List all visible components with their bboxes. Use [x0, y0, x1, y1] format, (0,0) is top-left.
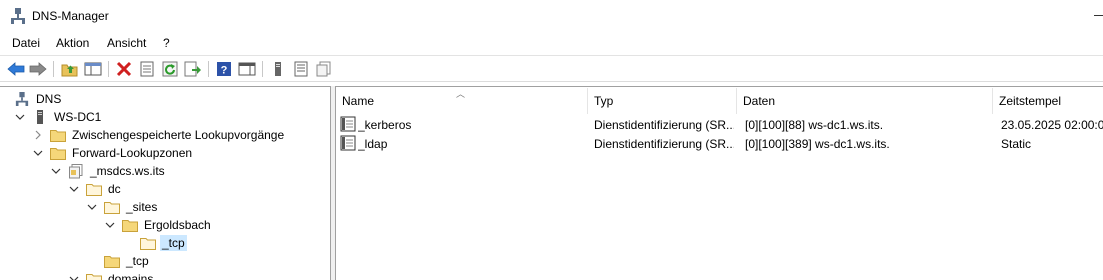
- menu-datei[interactable]: Datei: [12, 36, 40, 50]
- back-icon[interactable]: [6, 59, 26, 79]
- tree-item-label: _msdcs.ws.its: [90, 164, 165, 178]
- record-name: _kerberos: [358, 117, 412, 132]
- dns-manager-icon: [11, 8, 25, 24]
- toolbar-separator: [208, 61, 209, 77]
- chevron-down-icon[interactable]: [68, 273, 80, 280]
- properties-icon[interactable]: [137, 59, 157, 79]
- tree-item-cached-lookups[interactable]: Zwischengespeicherte Lookupvorgänge: [32, 126, 286, 144]
- tree-item-label: _tcp: [126, 254, 149, 268]
- chevron-down-icon[interactable]: [86, 201, 98, 213]
- tree-item-label: WS-DC1: [54, 110, 102, 124]
- menu-ansicht[interactable]: Ansicht: [107, 36, 146, 50]
- toolbar: ?: [0, 55, 1103, 82]
- column-header-label: Zeitstempel: [999, 94, 1062, 108]
- folder-icon: [104, 200, 120, 214]
- export-icon[interactable]: [183, 59, 203, 79]
- tree-item-msdcs-zone[interactable]: _msdcs.ws.its: [50, 162, 167, 180]
- refresh-icon[interactable]: [160, 59, 180, 79]
- toolbar-separator: [262, 61, 263, 77]
- chevron-down-icon[interactable]: [14, 111, 26, 123]
- svg-text:?: ?: [221, 65, 228, 77]
- folder-icon: [50, 146, 66, 160]
- menu-aktion[interactable]: Aktion: [56, 36, 89, 50]
- table-row[interactable]: _kerberos Dienstidentifizierung (SR... […: [336, 115, 1103, 134]
- server-icon: [32, 110, 48, 124]
- title-bar: DNS-Manager: [0, 0, 1103, 32]
- chevron-right-icon[interactable]: [32, 129, 44, 141]
- folder-icon: [50, 128, 66, 142]
- record-data: [0][100][88] ws-dc1.ws.its.: [745, 117, 884, 132]
- record-type: Dienstidentifizierung (SR...: [594, 136, 734, 151]
- menu-bar: Datei Aktion Ansicht ?: [0, 32, 1103, 54]
- sort-ascending-icon: ︿: [456, 89, 466, 99]
- zone-icon: [68, 163, 84, 178]
- help-icon[interactable]: ?: [214, 59, 234, 79]
- chevron-down-icon[interactable]: [50, 165, 62, 177]
- tree-item-forward-zones[interactable]: Forward-Lookupzonen: [32, 144, 194, 162]
- column-header-label: Name: [342, 94, 375, 108]
- record-timestamp: 23.05.2025 02:00:00: [1001, 117, 1103, 132]
- column-header-timestamp[interactable]: Zeitstempel: [993, 88, 1103, 114]
- zone-icon[interactable]: [314, 59, 334, 79]
- column-header-type[interactable]: Typ: [588, 88, 737, 114]
- tree-item-sites[interactable]: _sites: [86, 198, 159, 216]
- column-header-data[interactable]: Daten: [737, 88, 993, 114]
- srv-record-icon: [340, 135, 356, 151]
- record-list-icon[interactable]: [291, 59, 311, 79]
- tree-item-ergoldsbach[interactable]: Ergoldsbach: [104, 216, 213, 234]
- up-folder-icon[interactable]: [60, 59, 80, 79]
- record-list: Name ︿ Typ Daten Zeitstempel _kerberos D…: [335, 86, 1103, 280]
- folder-icon: [122, 218, 138, 232]
- tree-item-label: _tcp: [160, 235, 187, 251]
- toolbar-separator: [53, 61, 54, 77]
- show-tree-icon[interactable]: [83, 59, 103, 79]
- tree-item-label: DNS: [36, 92, 62, 106]
- toolbar-separator: [108, 61, 109, 77]
- record-data: [0][100][389] ws-dc1.ws.its.: [745, 136, 890, 151]
- menu-help[interactable]: ?: [163, 36, 170, 50]
- tree-item-label: Forward-Lookupzonen: [72, 146, 193, 160]
- window-title: DNS-Manager: [32, 9, 109, 23]
- column-header-name[interactable]: Name ︿: [336, 88, 588, 114]
- chevron-down-icon[interactable]: [32, 147, 44, 159]
- tree-item-dns[interactable]: DNS: [14, 90, 63, 108]
- column-header-label: Typ: [594, 94, 614, 108]
- srv-record-icon: [340, 116, 356, 132]
- tree-item-domains[interactable]: domains: [68, 270, 155, 280]
- tree-item-label: dc: [108, 182, 121, 196]
- folder-icon: [104, 254, 120, 268]
- chevron-down-icon[interactable]: [68, 183, 80, 195]
- tree-item-tcp[interactable]: _tcp: [104, 252, 151, 270]
- table-row[interactable]: _ldap Dienstidentifizierung (SR... [0][1…: [336, 134, 1103, 153]
- folder-open-icon: [140, 236, 156, 250]
- console-tree: DNS WS-DC1 Zwischengespeicherte Lookupvo…: [0, 86, 331, 280]
- folder-icon: [86, 182, 102, 196]
- forward-icon[interactable]: [28, 59, 48, 79]
- tree-item-label: domains: [108, 272, 154, 280]
- column-header-label: Daten: [743, 94, 776, 108]
- record-name: _ldap: [358, 136, 388, 151]
- record-type: Dienstidentifizierung (SR...: [594, 117, 734, 132]
- record-timestamp: Static: [1001, 136, 1032, 151]
- action-pane-icon[interactable]: [237, 59, 257, 79]
- dns-icon: [14, 92, 30, 106]
- delete-icon[interactable]: [114, 59, 134, 79]
- tree-item-ws-dc1[interactable]: WS-DC1: [14, 108, 103, 126]
- tree-item-label: Zwischengespeicherte Lookupvorgänge: [72, 128, 285, 142]
- tree-item-tcp-selected[interactable]: _tcp: [140, 234, 187, 252]
- server-icon[interactable]: [268, 59, 288, 79]
- folder-icon: [86, 272, 102, 280]
- minimize-button[interactable]: [1094, 15, 1103, 16]
- tree-item-label: Ergoldsbach: [144, 218, 211, 232]
- chevron-down-icon[interactable]: [104, 219, 116, 231]
- tree-item-dc[interactable]: dc: [68, 180, 123, 198]
- tree-item-label: _sites: [126, 200, 158, 214]
